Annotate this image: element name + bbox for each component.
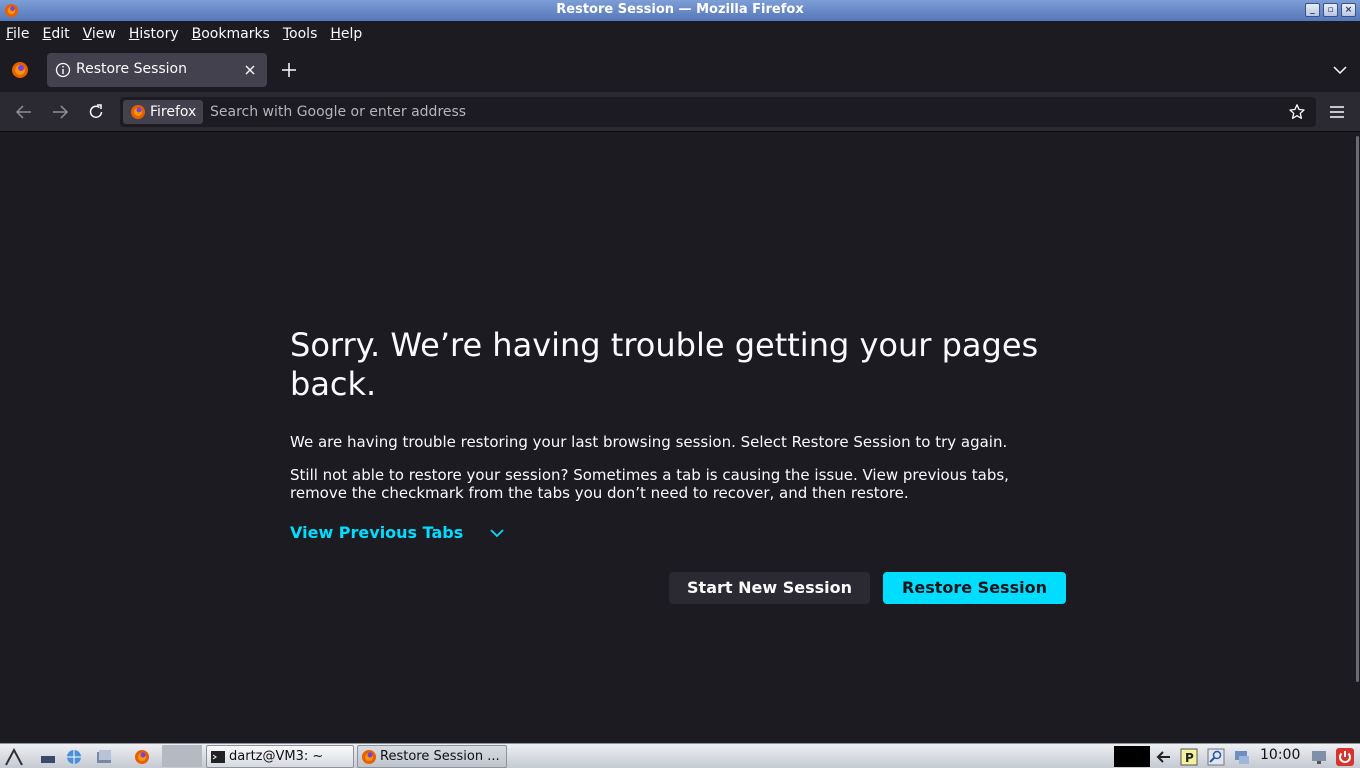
error-help-text: Still not able to restore your session? … bbox=[290, 466, 1009, 502]
network-globe-icon[interactable] bbox=[64, 747, 84, 767]
minimize-button[interactable]: _ bbox=[1305, 3, 1320, 17]
firefox-launcher-icon[interactable] bbox=[132, 747, 152, 767]
taskbar-item-terminal[interactable]: dartz@VM3: ~ bbox=[206, 745, 354, 768]
scrollbar[interactable] bbox=[1354, 133, 1360, 684]
forward-arrow-icon[interactable] bbox=[51, 103, 69, 121]
taskbar: dartz@VM3: ~ Restore Session ... P 10:00 bbox=[0, 743, 1360, 768]
maximize-button[interactable]: ▫ bbox=[1323, 3, 1338, 17]
menu-edit[interactable]: Edit bbox=[42, 26, 69, 42]
bookmark-star-icon[interactable] bbox=[1288, 103, 1306, 121]
view-previous-tabs-toggle[interactable]: View Previous Tabs bbox=[290, 523, 505, 542]
menu-view[interactable]: View bbox=[83, 26, 116, 42]
menu-help[interactable]: Help bbox=[330, 26, 362, 42]
menu-hamburger-icon[interactable] bbox=[1328, 103, 1346, 121]
new-tab-icon[interactable] bbox=[280, 61, 298, 79]
menubar: File Edit View History Bookmarks Tools H… bbox=[0, 21, 1360, 47]
chevron-down-icon bbox=[490, 528, 504, 537]
window-title: Restore Session — Mozilla Firefox bbox=[556, 2, 804, 17]
firefox-icon bbox=[362, 750, 376, 764]
tray-search-icon[interactable] bbox=[1206, 747, 1226, 767]
navigation-toolbar: Firefox bbox=[0, 92, 1360, 132]
tab-strip: Restore Session bbox=[0, 47, 1360, 92]
address-input[interactable] bbox=[210, 97, 1270, 127]
tray-network-icon[interactable] bbox=[1232, 747, 1252, 767]
chevron-down-icon[interactable] bbox=[1332, 62, 1348, 78]
empty-launcher-slot bbox=[162, 745, 202, 767]
page-content: Sorry. We’re having trouble getting your… bbox=[0, 133, 1360, 743]
clock[interactable]: 10:00 bbox=[1260, 747, 1300, 763]
identity-label: Firefox bbox=[150, 104, 197, 120]
tray-cpu-monitor bbox=[1114, 746, 1150, 767]
identity-box[interactable]: Firefox bbox=[123, 100, 204, 124]
taskbar-item-label: dartz@VM3: ~ bbox=[229, 749, 324, 764]
start-new-session-button[interactable]: Start New Session bbox=[669, 572, 870, 604]
view-previous-tabs-label: View Previous Tabs bbox=[290, 523, 464, 542]
back-arrow-icon[interactable] bbox=[15, 103, 33, 121]
tab-restore-session[interactable]: Restore Session bbox=[47, 53, 267, 87]
window-titlebar: Restore Session — Mozilla Firefox _ ▫ × bbox=[0, 0, 1360, 21]
error-description: We are having trouble restoring your las… bbox=[290, 433, 1008, 451]
tab-label: Restore Session bbox=[76, 61, 187, 77]
restore-session-button[interactable]: Restore Session bbox=[883, 572, 1066, 604]
menu-bookmarks[interactable]: Bookmarks bbox=[192, 26, 270, 42]
start-menu-icon[interactable] bbox=[4, 747, 24, 767]
terminal-icon bbox=[211, 751, 225, 763]
menu-history[interactable]: History bbox=[129, 26, 179, 42]
file-manager-icon[interactable] bbox=[94, 747, 114, 767]
url-bar[interactable]: Firefox bbox=[120, 97, 1316, 127]
close-tab-icon[interactable] bbox=[242, 62, 258, 78]
tray-parking-icon[interactable]: P bbox=[1179, 747, 1199, 767]
taskbar-item-label: Restore Session ... bbox=[380, 749, 500, 764]
firefox-view-icon[interactable] bbox=[9, 59, 31, 81]
menu-tools[interactable]: Tools bbox=[283, 26, 318, 42]
close-window-button[interactable]: × bbox=[1341, 3, 1356, 17]
page-title: Sorry. We’re having trouble getting your… bbox=[290, 326, 1039, 403]
show-desktop-icon[interactable] bbox=[38, 747, 58, 767]
reload-icon[interactable] bbox=[87, 103, 105, 121]
svg-text:P: P bbox=[1185, 751, 1194, 765]
menu-file[interactable]: File bbox=[6, 26, 29, 42]
info-icon bbox=[55, 62, 71, 78]
firefox-icon bbox=[131, 105, 145, 119]
tray-arrow-icon[interactable] bbox=[1154, 747, 1174, 767]
power-icon[interactable] bbox=[1335, 747, 1355, 767]
tray-display-icon[interactable] bbox=[1309, 747, 1329, 767]
taskbar-item-firefox[interactable]: Restore Session ... bbox=[357, 745, 507, 768]
